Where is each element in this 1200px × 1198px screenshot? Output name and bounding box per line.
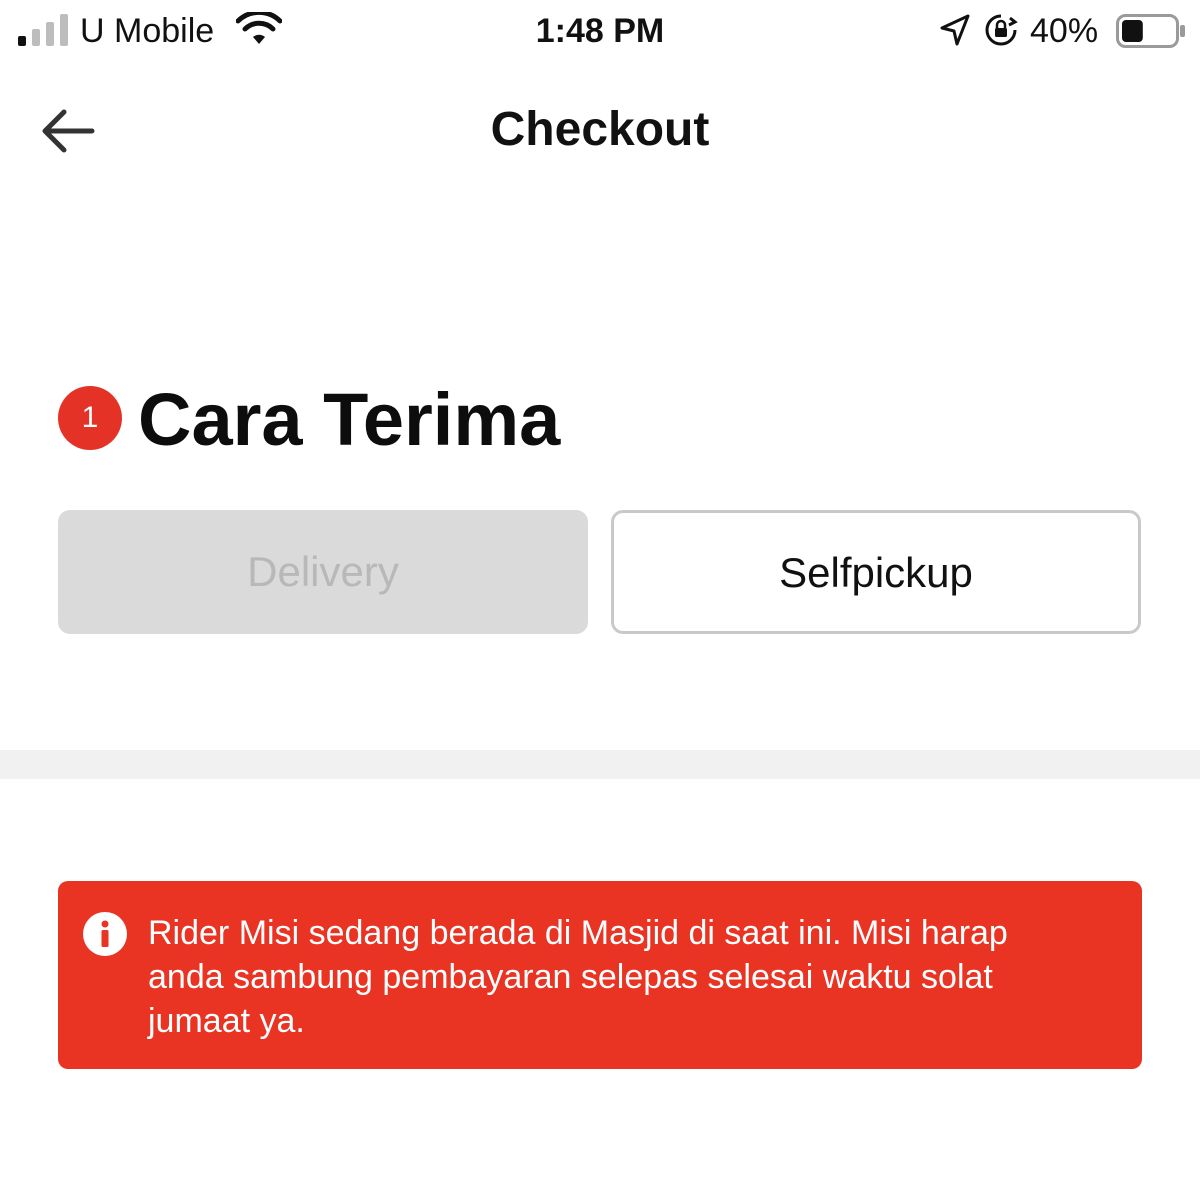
info-icon	[83, 912, 127, 956]
section-divider	[0, 750, 1200, 779]
delivery-option-button[interactable]: Delivery	[58, 510, 588, 634]
alert-banner: Rider Misi sedang berada di Masjid di sa…	[58, 881, 1142, 1069]
step-number-badge: 1	[58, 386, 122, 450]
location-icon	[940, 14, 970, 46]
battery-icon	[1116, 14, 1185, 48]
rotation-lock-icon	[985, 14, 1018, 46]
status-bar: U Mobile 1:48 PM 40%	[0, 0, 1200, 62]
battery-percent: 40%	[1030, 12, 1099, 50]
section-title: Cara Terima	[138, 378, 561, 461]
status-time: 1:48 PM	[535, 12, 665, 50]
alert-message: Rider Misi sedang berada di Masjid di sa…	[148, 914, 1008, 1040]
page-title: Checkout	[490, 103, 710, 156]
selfpickup-option-button[interactable]: Selfpickup	[611, 510, 1141, 634]
